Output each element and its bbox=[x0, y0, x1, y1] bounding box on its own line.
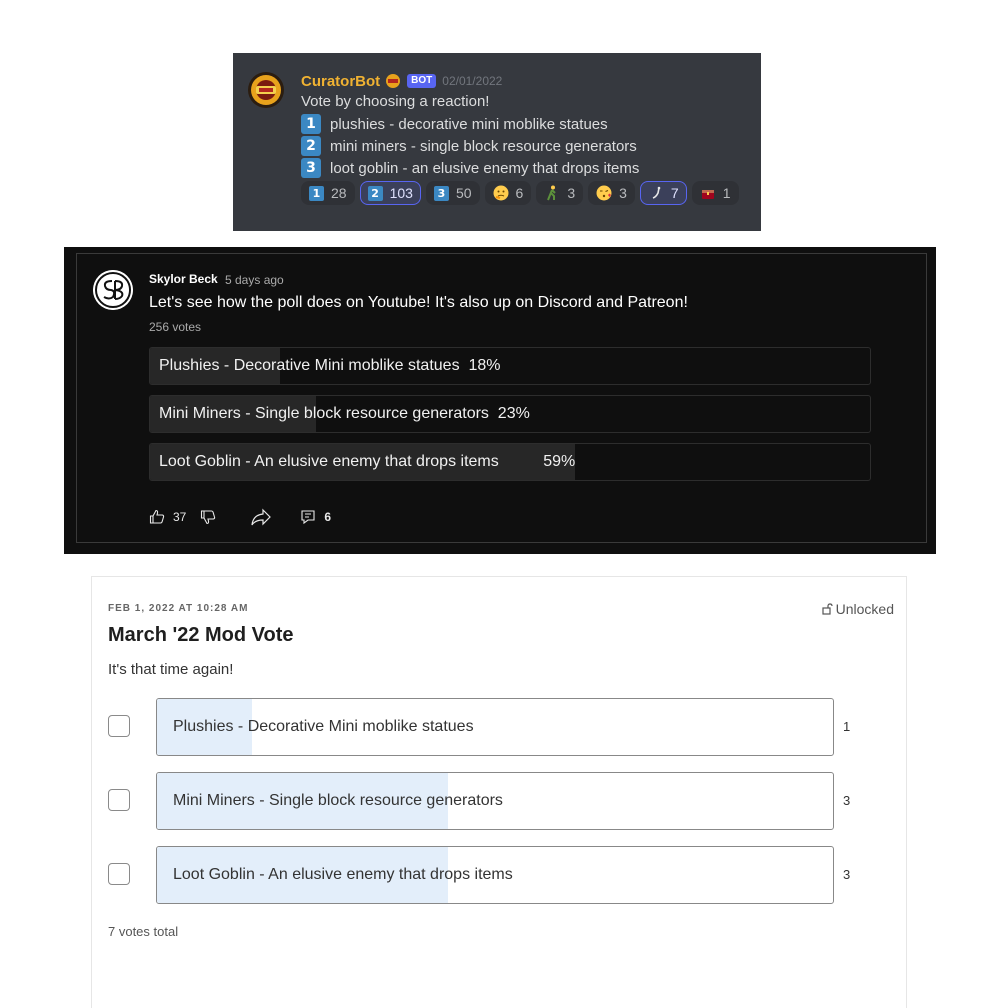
poll-option[interactable]: Plushies - Decorative Mini moblike statu… bbox=[149, 347, 871, 385]
poll-option-1: 1 plushies - decorative mini moblike sta… bbox=[301, 114, 608, 134]
message-timestamp: 02/01/2022 bbox=[442, 74, 503, 88]
keycap-1-icon: 1 bbox=[301, 114, 321, 134]
reaction-keycap-3[interactable]: 3 50 bbox=[425, 181, 480, 205]
reaction-count: 6 bbox=[515, 185, 524, 201]
channel-name[interactable]: Skylor Beck bbox=[149, 272, 218, 286]
reaction-count: 1 bbox=[722, 185, 731, 201]
option-label: Loot Goblin - An elusive enemy that drop… bbox=[173, 866, 513, 883]
poll-option-label: Loot Goblin - An elusive enemy that drop… bbox=[159, 453, 576, 470]
action-bar: 37 6 bbox=[149, 508, 331, 526]
post-date: FEB 1, 2022 AT 10:28 AM bbox=[108, 603, 249, 614]
like-icon[interactable] bbox=[149, 509, 165, 525]
option-text: loot goblin - an elusive enemy that drop… bbox=[330, 159, 640, 177]
reaction-count: 50 bbox=[455, 185, 472, 201]
option-checkbox[interactable] bbox=[108, 715, 130, 737]
unlock-icon bbox=[822, 603, 833, 615]
option-text: plushies - decorative mini moblike statu… bbox=[330, 115, 608, 133]
option-count: 1 bbox=[843, 719, 851, 734]
reaction-count: 3 bbox=[619, 185, 627, 201]
share-icon[interactable] bbox=[250, 508, 272, 526]
bot-avatar[interactable] bbox=[247, 71, 285, 109]
person-walking-icon bbox=[547, 185, 557, 201]
discord-poll-message: CuratorBot BOT 02/01/2022 Vote by choosi… bbox=[233, 53, 761, 231]
keycap-1-icon: 1 bbox=[309, 185, 324, 201]
thinking-face-icon bbox=[493, 185, 509, 201]
vote-total: 7 votes total bbox=[108, 924, 179, 939]
option-count: 3 bbox=[843, 867, 851, 882]
option-label: Mini Miners - Single block resource gene… bbox=[173, 792, 503, 809]
option-bar[interactable]: Plushies - Decorative Mini moblike statu… bbox=[156, 698, 834, 756]
post-body: It's that time again! bbox=[108, 661, 234, 678]
vote-count: 256 votes bbox=[149, 320, 202, 334]
reaction-blowing-kiss[interactable]: 3 bbox=[588, 181, 635, 205]
poll-option-2: 2 mini miners - single block resource ge… bbox=[301, 136, 637, 156]
poll-option: Loot Goblin - An elusive enemy that drop… bbox=[108, 846, 868, 904]
keycap-2-icon: 2 bbox=[367, 185, 383, 201]
keycap-3-icon: 3 bbox=[301, 158, 321, 178]
poll-option: Mini Miners - Single block resource gene… bbox=[108, 772, 868, 830]
dislike-icon[interactable] bbox=[200, 509, 216, 525]
option-count: 3 bbox=[843, 793, 851, 808]
option-label: Plushies - Decorative Mini moblike statu… bbox=[173, 718, 474, 735]
reaction-count: 7 bbox=[670, 185, 679, 201]
author-badge-icon bbox=[386, 74, 401, 88]
reaction-count: 3 bbox=[567, 185, 576, 201]
comment-icon[interactable] bbox=[300, 509, 316, 525]
reaction-thinking[interactable]: 6 bbox=[484, 181, 532, 205]
treasure-chest-icon bbox=[701, 190, 714, 199]
bot-tag: BOT bbox=[407, 74, 437, 88]
poll-option-label: Plushies - Decorative Mini moblike statu… bbox=[159, 357, 501, 374]
keycap-2-icon: 2 bbox=[301, 136, 321, 156]
option-bar[interactable]: Loot Goblin - An elusive enemy that drop… bbox=[156, 846, 834, 904]
reaction-treasure-chest[interactable]: 1 bbox=[691, 181, 739, 205]
youtube-poll-post: Skylor Beck 5 days ago Let's see how the… bbox=[64, 247, 936, 554]
option-checkbox[interactable] bbox=[108, 863, 130, 885]
reaction-person-walking[interactable]: 3 bbox=[536, 181, 584, 205]
poll-option[interactable]: Loot Goblin - An elusive enemy that drop… bbox=[149, 443, 871, 481]
custom-emoji-icon bbox=[652, 186, 661, 199]
reaction-keycap-1[interactable]: 1 28 bbox=[301, 181, 355, 205]
unlocked-status: Unlocked bbox=[822, 601, 894, 617]
option-bar[interactable]: Mini Miners - Single block resource gene… bbox=[156, 772, 834, 830]
reaction-custom-emoji[interactable]: 7 bbox=[639, 181, 687, 205]
keycap-3-icon: 3 bbox=[433, 185, 449, 201]
option-text: mini miners - single block resource gene… bbox=[330, 137, 637, 155]
poll-option-3: 3 loot goblin - an elusive enemy that dr… bbox=[301, 158, 639, 178]
poll-option-label: Mini Miners - Single block resource gene… bbox=[159, 405, 530, 422]
post-text: Let's see how the poll does on Youtube! … bbox=[149, 294, 688, 311]
channel-avatar[interactable] bbox=[93, 270, 133, 310]
post-title[interactable]: March '22 Mod Vote bbox=[108, 624, 294, 647]
like-count: 37 bbox=[173, 510, 187, 524]
patreon-poll-post: FEB 1, 2022 AT 10:28 AM Unlocked March '… bbox=[91, 576, 907, 1008]
reply-count: 6 bbox=[324, 510, 332, 524]
reaction-count: 103 bbox=[389, 185, 413, 201]
reaction-bar: 1 28 2 103 3 50 6 3 3 7 1 bbox=[301, 181, 744, 205]
reaction-keycap-2[interactable]: 2 103 bbox=[359, 181, 421, 205]
post-time[interactable]: 5 days ago bbox=[225, 273, 284, 287]
poll-option: Plushies - Decorative Mini moblike statu… bbox=[108, 698, 868, 756]
author-name[interactable]: CuratorBot bbox=[301, 73, 380, 90]
option-checkbox[interactable] bbox=[108, 789, 130, 811]
face-blowing-kiss-icon bbox=[596, 185, 612, 201]
poll-option[interactable]: Mini Miners - Single block resource gene… bbox=[149, 395, 871, 433]
unlocked-label: Unlocked bbox=[835, 601, 894, 617]
reaction-count: 28 bbox=[331, 185, 347, 201]
post-card: Skylor Beck 5 days ago Let's see how the… bbox=[76, 253, 927, 543]
message-intro: Vote by choosing a reaction! bbox=[301, 93, 490, 110]
